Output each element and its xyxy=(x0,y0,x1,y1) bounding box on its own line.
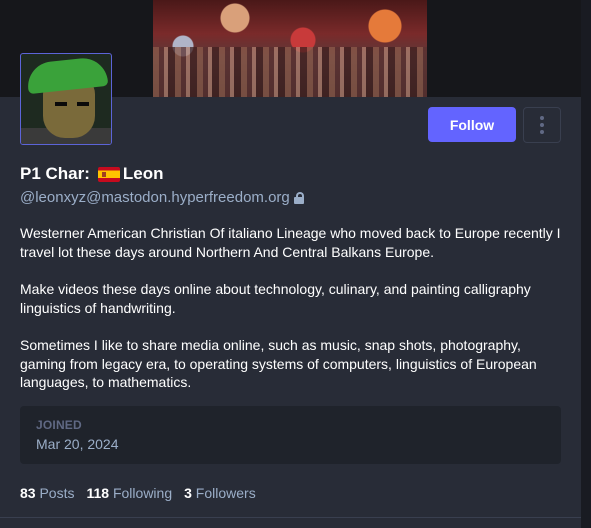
account-bio: Westerner American Christian Of italiano… xyxy=(20,224,562,411)
display-name-text: Leon xyxy=(122,164,164,183)
scrollbar-gutter[interactable] xyxy=(581,0,591,528)
divider xyxy=(0,517,581,518)
header-banner-image[interactable] xyxy=(153,0,427,97)
vertical-ellipsis-icon xyxy=(540,130,544,134)
follow-button[interactable]: Follow xyxy=(428,107,516,142)
banner-crowd xyxy=(153,47,427,97)
handle-text[interactable]: @leonxyz@mastodon.hyperfreedom.org xyxy=(20,189,290,206)
vertical-ellipsis-icon xyxy=(540,116,544,120)
display-name: P1 Char: Leon xyxy=(20,163,164,185)
followers-label: Followers xyxy=(195,485,256,501)
posts-label: Posts xyxy=(39,485,75,501)
account-stats: 83 Posts 118 Following 3 Followers xyxy=(20,485,256,501)
posts-count: 83 xyxy=(20,485,36,501)
avatar[interactable] xyxy=(20,53,112,145)
avatar-bandana xyxy=(25,55,109,95)
avatar-eye-left xyxy=(55,102,67,106)
spain-flag-icon xyxy=(97,166,120,182)
following-count-link[interactable]: 118 Following xyxy=(86,485,172,501)
posts-count-link[interactable]: 83 Posts xyxy=(20,485,74,501)
display-name-prefix: P1 Char: xyxy=(20,164,90,183)
following-count: 118 xyxy=(86,485,110,501)
joined-field: JOINED Mar 20, 2024 xyxy=(20,406,561,464)
joined-label: JOINED xyxy=(36,418,82,432)
bio-paragraph: Sometimes I like to share media online, … xyxy=(20,337,537,390)
vertical-ellipsis-icon xyxy=(540,123,544,127)
bio-paragraph: Make videos these days online about tech… xyxy=(20,281,531,316)
following-label: Following xyxy=(112,485,173,501)
avatar-eye-right xyxy=(77,102,89,106)
lock-icon xyxy=(293,191,304,204)
bio-paragraph: Westerner American Christian Of italiano… xyxy=(20,225,561,260)
account-handle: @leonxyz@mastodon.hyperfreedom.org xyxy=(20,189,304,206)
followers-count: 3 xyxy=(184,485,192,501)
followers-count-link[interactable]: 3 Followers xyxy=(184,485,256,501)
more-options-button[interactable] xyxy=(523,107,561,143)
account-column: Follow P1 Char: Leon @leonxyz@mastodon.h… xyxy=(0,0,581,528)
joined-date: Mar 20, 2024 xyxy=(36,436,119,452)
